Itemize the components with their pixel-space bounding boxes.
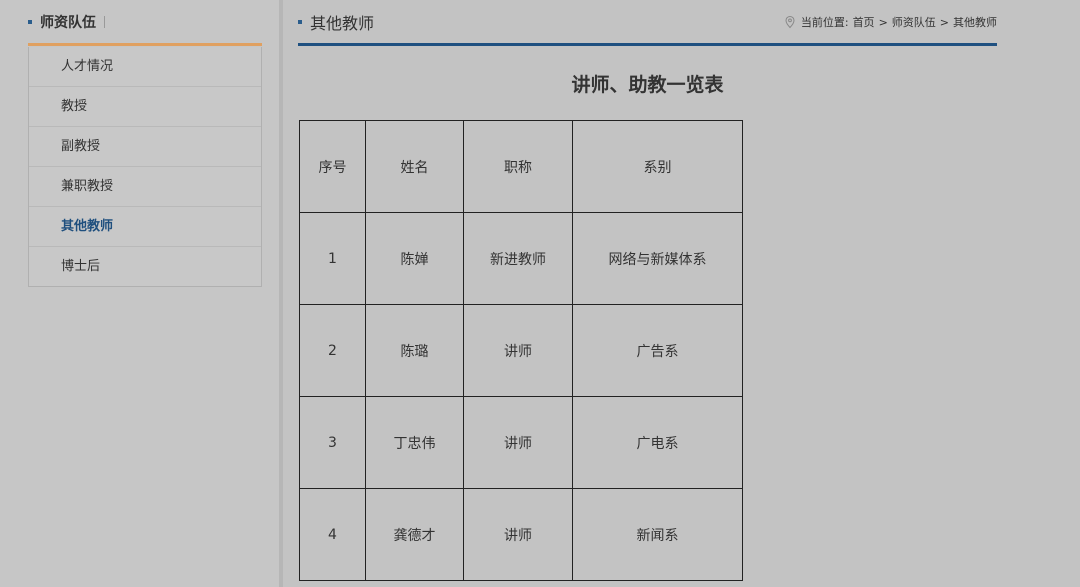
table-row: 2 陈璐 讲师 广告系 <box>299 304 743 397</box>
breadcrumb: 当前位置: 首页 > 师资队伍 > 其他教师 <box>783 14 997 30</box>
table-cell: 网络与新媒体系 <box>572 212 743 305</box>
sidebar-header: 师资队伍 <box>28 0 262 44</box>
bullet-square-icon <box>28 20 32 24</box>
table-cell: 陈婵 <box>365 212 464 305</box>
table-row: 4 龚德才 讲师 新闻系 <box>299 488 743 581</box>
main-header-rule <box>298 43 997 46</box>
header-cell-name: 姓名 <box>365 120 464 213</box>
header-cell-title: 职称 <box>463 120 573 213</box>
table-cell: 3 <box>299 396 366 489</box>
title-separator <box>104 16 105 28</box>
sidebar-menu: 人才情况 教授 副教授 兼职教授 其他教师 博士后 <box>28 47 262 287</box>
table-cell: 1 <box>299 212 366 305</box>
page: 师资队伍 人才情况 教授 副教授 兼职教授 其他教师 博士后 其他教师 当前位置… <box>0 0 1080 587</box>
main-header: 其他教师 当前位置: 首页 > 师资队伍 > 其他教师 <box>298 0 997 44</box>
breadcrumb-separator: > <box>939 15 949 29</box>
breadcrumb-prefix: 当前位置: <box>800 16 849 29</box>
table-cell: 讲师 <box>463 304 573 397</box>
column-divider <box>279 0 283 587</box>
breadcrumb-separator: > <box>878 15 888 29</box>
sidebar-item-other-teachers[interactable]: 其他教师 <box>29 207 261 247</box>
table-row: 3 丁忠伟 讲师 广电系 <box>299 396 743 489</box>
table-cell: 2 <box>299 304 366 397</box>
sidebar-item-postdoc[interactable]: 博士后 <box>29 247 261 286</box>
table-cell: 广告系 <box>572 304 743 397</box>
page-title: 其他教师 <box>310 14 375 33</box>
table-cell: 新进教师 <box>463 212 573 305</box>
breadcrumb-home[interactable]: 首页 <box>853 14 875 30</box>
table-row: 1 陈婵 新进教师 网络与新媒体系 <box>299 212 743 305</box>
main-title-wrap: 其他教师 <box>298 10 374 34</box>
table-cell: 广电系 <box>572 396 743 489</box>
table-cell: 龚德才 <box>365 488 464 581</box>
sidebar-item-associate-professor[interactable]: 副教授 <box>29 127 261 167</box>
sidebar-item-adjunct-professor[interactable]: 兼职教授 <box>29 167 261 207</box>
breadcrumb-faculty[interactable]: 师资队伍 <box>892 14 936 30</box>
table-header-row: 序号 姓名 职称 系别 <box>299 120 743 213</box>
location-pin-icon <box>783 15 797 29</box>
sidebar-item-talent[interactable]: 人才情况 <box>29 47 261 87</box>
table-cell: 陈璐 <box>365 304 464 397</box>
table-cell: 丁忠伟 <box>365 396 464 489</box>
sidebar-item-professor[interactable]: 教授 <box>29 87 261 127</box>
header-cell-index: 序号 <box>299 120 366 213</box>
table-cell: 讲师 <box>463 488 573 581</box>
table-title: 讲师、助教一览表 <box>571 74 724 96</box>
table-cell: 4 <box>299 488 366 581</box>
sidebar-accent-line <box>28 43 262 46</box>
table-cell: 讲师 <box>463 396 573 489</box>
table-cell: 新闻系 <box>572 488 743 581</box>
faculty-table: 序号 姓名 职称 系别 1 陈婵 新进教师 网络与新媒体系 2 陈璐 讲师 广告… <box>299 120 743 581</box>
header-cell-department: 系别 <box>572 120 743 213</box>
sidebar-title: 师资队伍 <box>40 15 96 31</box>
bullet-square-icon <box>298 20 302 24</box>
breadcrumb-current[interactable]: 其他教师 <box>953 14 997 30</box>
